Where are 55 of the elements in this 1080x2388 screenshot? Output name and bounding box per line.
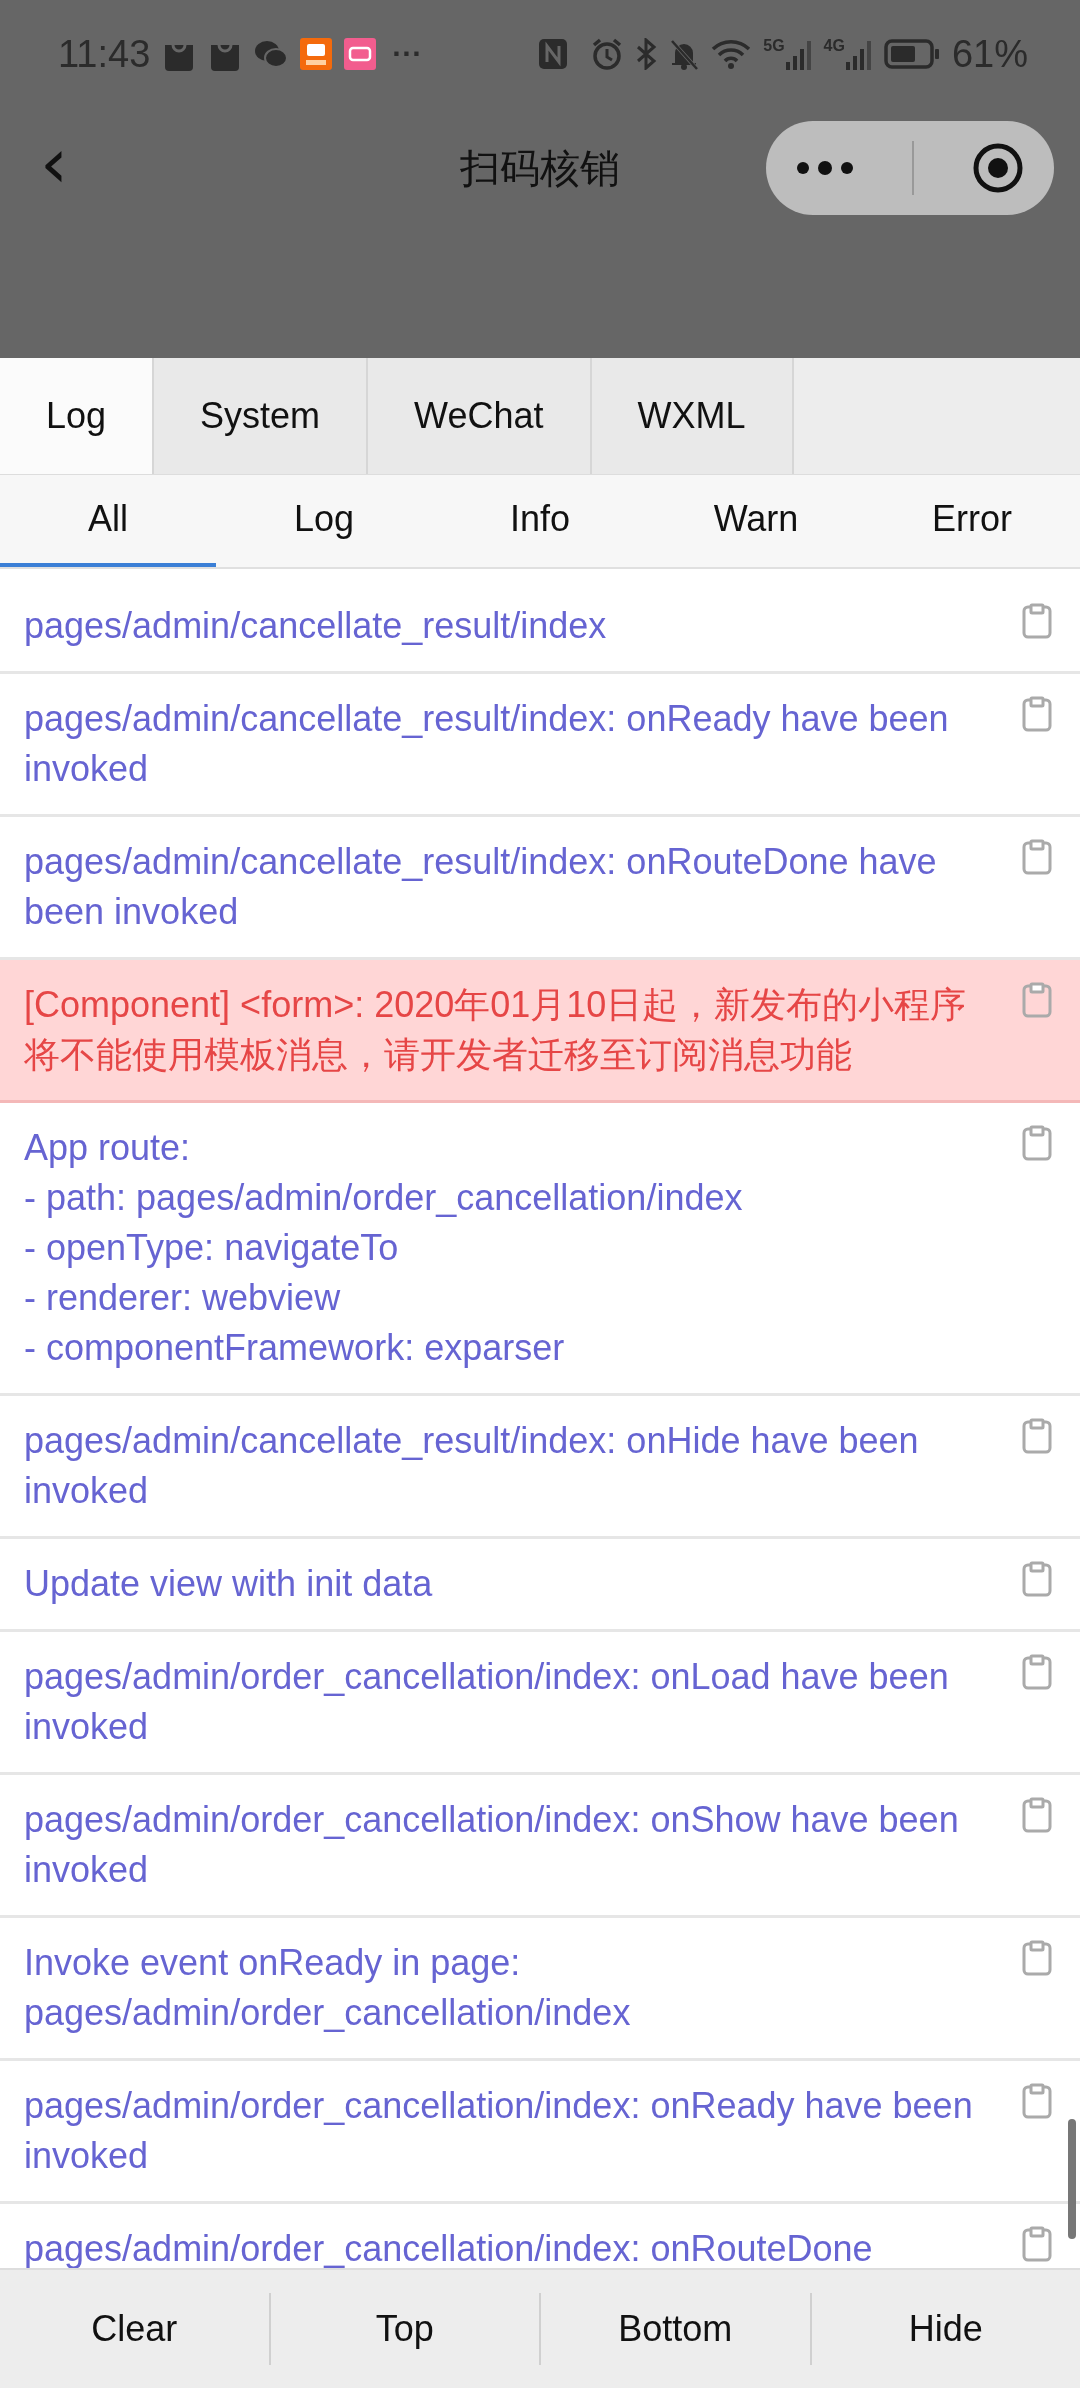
signal-icon	[845, 38, 872, 70]
network-type: 5G	[763, 38, 785, 54]
signal-icon	[785, 38, 812, 70]
clipboard-icon[interactable]	[1022, 2083, 1052, 2119]
tab[interactable]: Log	[0, 358, 155, 474]
clipboard-icon[interactable]	[1022, 982, 1052, 1018]
action-button[interactable]: Hide	[811, 2293, 1080, 2365]
battery-percent: 61%	[951, 32, 1028, 76]
log-message: Update view with init data	[24, 1562, 434, 1606]
log-message: Invoke event onReady in page: pages/admin/order_cancellation/index	[24, 1941, 632, 2035]
network-type: 4G	[823, 38, 845, 54]
battery-icon	[883, 39, 940, 69]
more-icon	[794, 160, 855, 176]
app-icon	[300, 38, 333, 70]
filter-tab[interactable]: Log	[216, 475, 432, 567]
log-message: pages/admin/cancellate_result/index: onReady have been invoked	[24, 697, 950, 791]
action-button[interactable]: Clear	[0, 2293, 271, 2365]
more-notifications: ···	[392, 37, 423, 71]
filter-tab[interactable]: All	[0, 475, 216, 567]
page-title: 扫码核销	[459, 144, 621, 192]
action-button[interactable]: Bottom	[541, 2293, 812, 2365]
clipboard-icon[interactable]	[1022, 1797, 1052, 1833]
filter-tab[interactable]: Info	[432, 475, 648, 567]
log-message: pages/admin/order_cancellation/index: onRouteDone	[24, 2227, 874, 2268]
action-button[interactable]: Top	[270, 2293, 541, 2365]
clock-time: 11:43	[58, 32, 151, 76]
clipboard-icon[interactable]	[1022, 1418, 1052, 1454]
alarm-icon	[591, 38, 624, 70]
chat-bubbles-icon	[254, 39, 289, 69]
log-message: pages/admin/order_cancellation/index: onReady have been invoked	[24, 2084, 974, 2178]
tab[interactable]: WXML	[591, 358, 794, 474]
clipboard-icon[interactable]	[1022, 839, 1052, 875]
clipboard-icon[interactable]	[1022, 1654, 1052, 1690]
log-message: App route: - path: pages/admin/order_cancellation/index - openType: navigateTo - renderer: webview - componentFramework: exparser	[24, 1126, 744, 1370]
filter-tab[interactable]: Error	[864, 475, 1080, 567]
wifi-icon	[711, 38, 752, 70]
log-message: pages/admin/order_cancellation/index: onLoad have been invoked	[24, 1655, 950, 1749]
clipboard-icon[interactable]	[1022, 1125, 1052, 1161]
log-message: pages/admin/cancellate_result/index: onHide have been invoked	[24, 1419, 920, 1513]
bluetooth-icon	[635, 38, 658, 70]
tab[interactable]: WeChat	[368, 358, 592, 474]
app-icon	[344, 38, 377, 70]
clipboard-icon[interactable]	[1022, 1561, 1052, 1597]
nfc-icon	[538, 38, 569, 70]
log-message: [Component] <form>: 2020年01月10日起，新发布的小程序将不能使用模板消息，请开发者迁移至订阅消息功能	[24, 983, 968, 1077]
bell-off-icon	[669, 38, 700, 70]
log-message: pages/admin/order_cancellation/index: onShow have been invoked	[24, 1798, 960, 1892]
clipboard-icon[interactable]	[1022, 1940, 1052, 1976]
clipboard-icon[interactable]	[1022, 603, 1052, 639]
log-message: pages/admin/cancellate_result/index	[24, 604, 608, 648]
clipboard-icon[interactable]	[1022, 2226, 1052, 2262]
filter-tab[interactable]: Warn	[648, 475, 864, 567]
tab[interactable]: System	[154, 358, 369, 474]
log-message: pages/admin/cancellate_result/index: onRouteDone have been invoked	[24, 840, 938, 934]
clipboard-icon[interactable]	[1022, 696, 1052, 732]
